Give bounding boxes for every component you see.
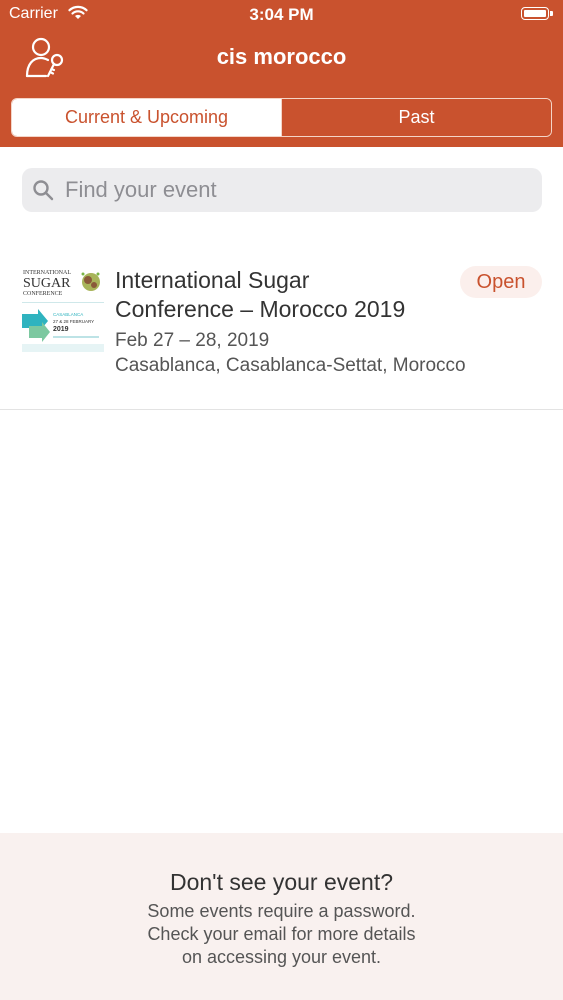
logo-text-sugar: SUGAR bbox=[23, 276, 71, 291]
logo-text-city: CASABLANCA bbox=[53, 312, 83, 317]
logo-text-conference: CONFERENCE bbox=[23, 291, 63, 297]
search-input[interactable]: Find your event bbox=[22, 168, 542, 212]
footer-line-1: Some events require a password. bbox=[147, 901, 416, 921]
event-location: Casablanca, Casablanca-Settat, Morocco bbox=[115, 355, 466, 376]
status-bar: Carrier 3:04 PM bbox=[0, 0, 563, 30]
event-logo: INTERNATIONAL SUGAR CONFERENCE CASABLANC… bbox=[22, 266, 104, 352]
logo-text-year: 2019 bbox=[53, 326, 69, 333]
footer-line-3: on accessing your event. bbox=[181, 947, 382, 967]
page-title: cis morocco bbox=[216, 44, 347, 69]
battery-icon bbox=[521, 7, 549, 20]
tab-past[interactable]: Past bbox=[281, 99, 551, 136]
footer-heading: Don't see your event? bbox=[169, 869, 394, 895]
search-icon bbox=[32, 179, 54, 201]
event-title-line2: Conference – Morocco 2019 bbox=[115, 296, 406, 322]
battery-tip bbox=[550, 11, 553, 16]
footer-line-2: Check your email for more details bbox=[147, 924, 416, 944]
event-date: Feb 27 – 28, 2019 bbox=[115, 330, 270, 351]
event-list-item[interactable]: INTERNATIONAL SUGAR CONFERENCE CASABLANC… bbox=[0, 248, 563, 410]
clock: 3:04 PM bbox=[249, 5, 314, 24]
status-badge: Open bbox=[460, 266, 542, 298]
app-header: Carrier 3:04 PM cis morocco Current & Up… bbox=[0, 0, 563, 147]
logo-text-dates: 27 & 28 FEBRUARY bbox=[53, 319, 94, 324]
segmented-control: Current & Upcoming Past bbox=[11, 98, 552, 137]
tab-current-upcoming[interactable]: Current & Upcoming bbox=[12, 99, 281, 136]
footer-help: Don't see your event? Some events requir… bbox=[0, 833, 563, 1000]
search-placeholder: Find your event bbox=[65, 177, 217, 202]
event-title-line1: International Sugar bbox=[115, 267, 310, 293]
event-title: International Sugar Conference – Morocco… bbox=[115, 266, 450, 324]
